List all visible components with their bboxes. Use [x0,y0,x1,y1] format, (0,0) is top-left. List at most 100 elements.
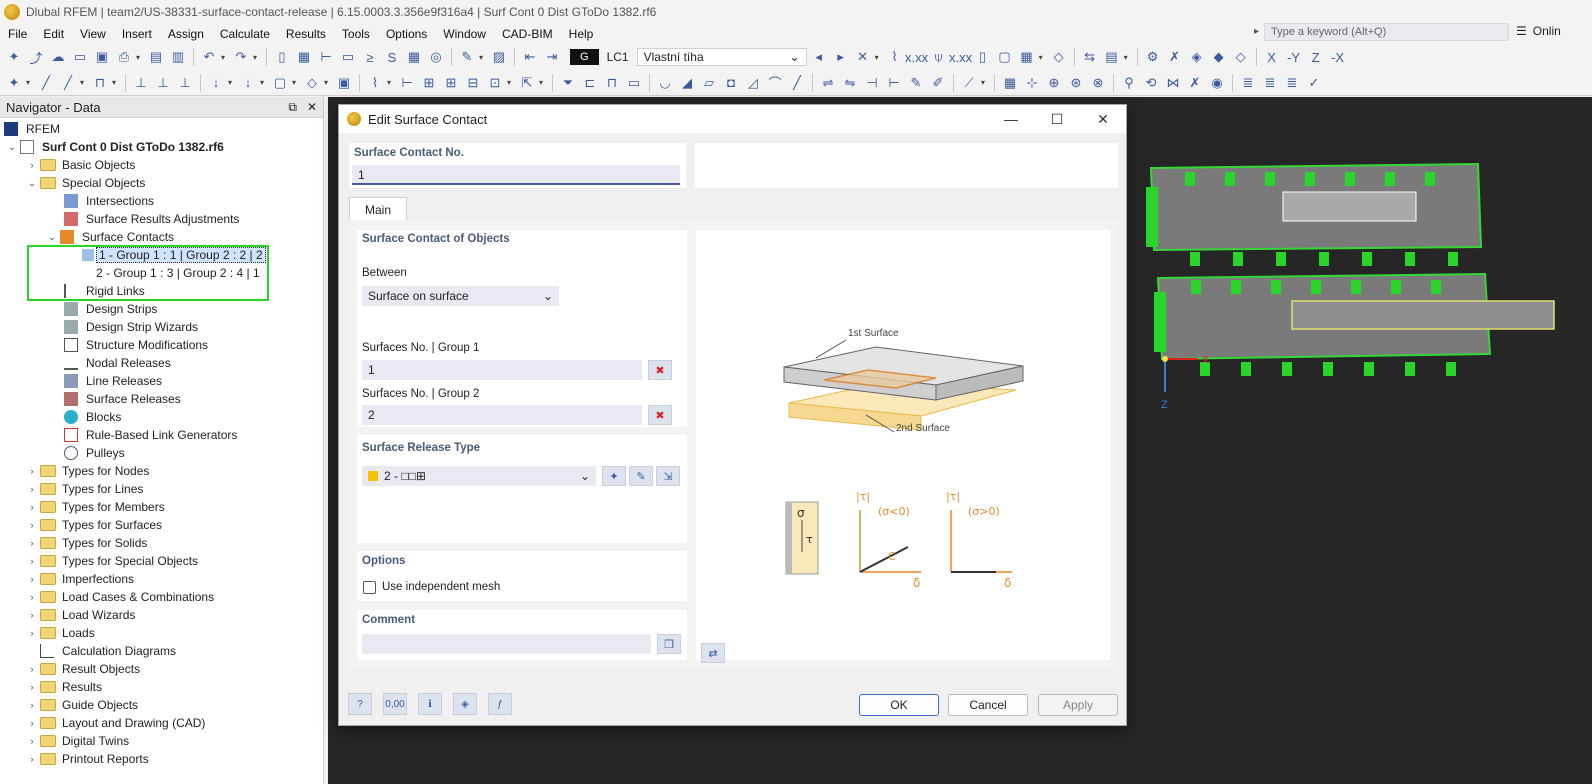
online-label[interactable]: Onlin [1533,24,1561,38]
rib-icon[interactable]: ⌒ [765,73,785,93]
pick-group2-button[interactable]: ✖ [648,405,672,425]
membrane-icon[interactable]: ◿ [743,73,763,93]
tree-root[interactable]: RFEM [4,120,60,138]
group1-input[interactable]: 1 [362,360,642,380]
script-icon[interactable]: S [382,47,402,67]
units-button[interactable]: 0,00 [383,693,407,715]
hinge-icon[interactable]: ⊥ [175,73,195,93]
menu-assign[interactable]: Assign [160,27,212,41]
plate-icon[interactable]: ▱ [699,73,719,93]
snap-center-icon[interactable]: ⊛ [1066,73,1086,93]
load-case-description[interactable]: Vlastní tíha ⌄ [636,48,807,66]
snap-node-icon[interactable]: ⊗ [1088,73,1108,93]
surface-shape-icon[interactable]: ◢ [677,73,697,93]
line-support-icon[interactable]: ⊥ [153,73,173,93]
comment-library-button[interactable]: ❐ [657,634,681,654]
chevron-right-icon[interactable]: › [24,520,40,530]
open-folder-icon[interactable]: ▭ [70,47,90,67]
menu-insert[interactable]: Insert [114,27,160,41]
formula-button[interactable]: ƒ [488,693,512,715]
node-icon[interactable]: ✦ [4,73,24,93]
tree-item-load-wizards[interactable]: › Load Wizards [24,606,136,624]
tree-item-types-for-members[interactable]: › Types for Members [24,498,165,516]
guide-dropdown-icon[interactable]: ▾ [507,78,515,87]
menu-file[interactable]: File [0,27,35,41]
between-select[interactable]: Surface on surface ⌄ [362,286,559,306]
load-case-selector[interactable]: G LC1 Vlastní tíha ⌄ [568,47,807,67]
dimension-tool-icon[interactable]: ⊢ [397,73,417,93]
tree-item-imperfections[interactable]: › Imperfections [24,570,135,588]
chevron-right-icon[interactable]: › [24,538,40,548]
tree-item-rule-based-link-generators[interactable]: Rule-Based Link Generators [64,426,237,444]
member-load-icon[interactable]: ↓ [238,73,258,93]
check-icon[interactable]: ✓ [1304,73,1324,93]
tree-item-line-releases[interactable]: Line Releases [64,372,162,390]
view-z-icon[interactable]: Z [1306,47,1326,67]
menu-view[interactable]: View [72,27,114,41]
member-load-dropdown-icon[interactable]: ▾ [260,78,268,87]
calculator-icon[interactable]: ▦ [404,47,424,67]
tree-item-design-strips[interactable]: Design Strips [64,300,157,318]
chevron-right-icon[interactable]: › [24,682,40,692]
node-dropdown-icon[interactable]: ▾ [26,78,34,87]
line-release-icon[interactable]: ⊞ [441,73,461,93]
mirror-icon[interactable]: ⋈ [1163,73,1183,93]
contact-no-input[interactable]: 1 [352,165,680,185]
nodal-support-icon[interactable]: ⊥ [131,73,151,93]
curve-icon[interactable]: ◡ [655,73,675,93]
measure-icon[interactable]: ⟋ [959,73,979,93]
console-icon[interactable]: ≥ [360,47,380,67]
tree-file[interactable]: ⌄ Surf Cont 0 Dist GToDo 1382.rf6 [4,138,224,156]
tree-item-printout-reports[interactable]: › Printout Reports [24,750,149,768]
new-model-icon[interactable]: ✦ [4,47,24,67]
tree-item-types-for-solids[interactable]: › Types for Solids [24,534,148,552]
tree-item-digital-twins[interactable]: › Digital Twins [24,732,130,750]
help-button[interactable]: ? [348,693,372,715]
chevron-right-icon[interactable]: › [24,484,40,494]
page-icon[interactable]: ▥ [168,47,188,67]
minimize-icon[interactable]: — [988,105,1034,133]
print-dropdown-icon[interactable]: ▾ [136,53,144,62]
search-expand-icon[interactable]: ▸ [1254,26,1259,37]
select-release-type-button[interactable]: ⇲ [656,466,680,486]
wire-view-icon[interactable]: ◇ [1231,47,1251,67]
view-minus-x-icon[interactable]: -X [1328,47,1348,67]
section-cut-icon[interactable]: ⊏ [580,73,600,93]
chevron-right-icon[interactable]: › [24,502,40,512]
tree-item-nodal-releases[interactable]: Nodal Releases [64,354,171,372]
settings-icon[interactable]: ⚙ [1143,47,1163,67]
coordinate-icon[interactable]: ⇱ [517,73,537,93]
tree-item-structure-modifications[interactable]: Structure Modifications [64,336,208,354]
list-search-icon[interactable]: ☰ [1516,24,1527,38]
imperfection-dropdown-icon[interactable]: ▾ [387,78,395,87]
redo-icon[interactable]: ↷ [231,47,251,67]
group2-input[interactable]: 2 [362,405,642,425]
view-button[interactable]: ◈ [453,693,477,715]
annotation-icon[interactable]: ▨ [489,47,509,67]
tree-item-blocks[interactable]: Blocks [64,408,121,426]
chevron-down-icon[interactable]: ⌄ [24,178,40,189]
surface-load-dropdown-icon[interactable]: ▾ [292,78,300,87]
menu-tools[interactable]: Tools [334,27,378,41]
tree-item-types-for-lines[interactable]: › Types for Lines [24,480,144,498]
split-icon[interactable]: ⇌ [818,73,838,93]
menu-results[interactable]: Results [278,27,334,41]
tree-item-pulleys[interactable]: Pulleys [64,444,125,462]
solid-load-icon[interactable]: ◇ [302,73,322,93]
chevron-right-icon[interactable]: › [24,160,40,170]
release-type-select[interactable]: 2 - □□⊞ ⌄ [362,466,596,486]
illustration-options-button[interactable]: ⇄ [701,643,725,663]
tree-item-calculation-diagrams[interactable]: Calculation Diagrams [40,642,176,660]
coordinate-dropdown-icon[interactable]: ▾ [539,78,547,87]
result-values-icon[interactable]: x.xx [949,47,972,67]
chevron-right-icon[interactable]: › [24,592,40,602]
chevron-right-icon[interactable]: › [24,754,40,764]
tree-item-load-cases[interactable]: › Load Cases & Combinations [24,588,215,606]
maximize-icon[interactable]: ☐ [1034,105,1080,133]
menu-window[interactable]: Window [435,27,494,41]
close-icon[interactable]: ✕ [307,100,317,115]
chevron-down-icon[interactable]: ⌄ [44,232,60,243]
chevron-right-icon[interactable]: › [24,664,40,674]
tree-item-types-for-surfaces[interactable]: › Types for Surfaces [24,516,163,534]
grid-icon[interactable]: ▦ [1017,47,1037,67]
